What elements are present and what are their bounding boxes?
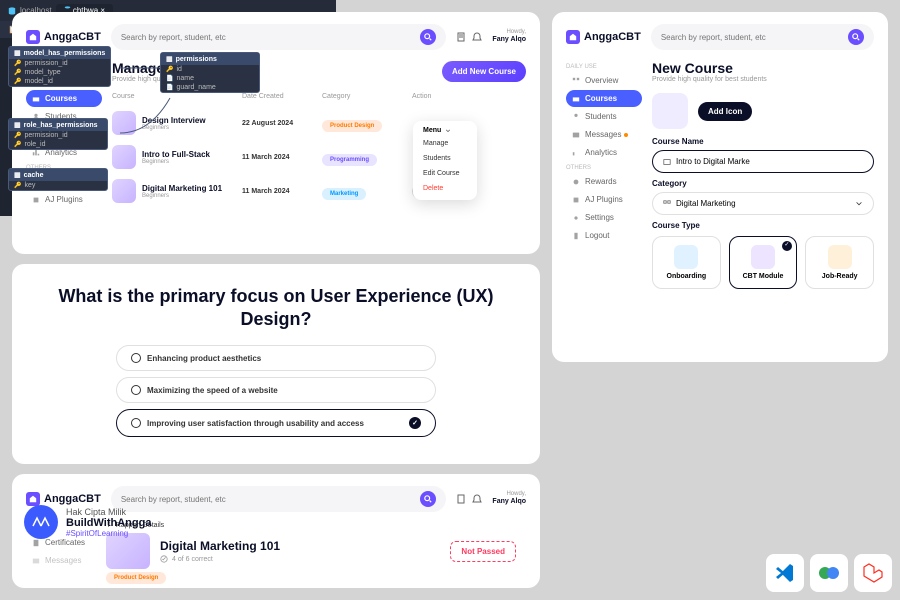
- laravel-icon[interactable]: [854, 554, 892, 592]
- field-label: Course Name: [652, 137, 874, 146]
- sidebar-item-courses[interactable]: Courses: [566, 90, 642, 107]
- search-button[interactable]: [420, 491, 436, 507]
- page-title: New Course: [652, 60, 874, 76]
- app-dock: [766, 554, 892, 592]
- db-table[interactable]: ▦ permissions 🔑id 📄name 📄guard_name: [160, 52, 260, 93]
- user-name: Fany Alqo: [492, 36, 526, 44]
- sidebar-item-overview[interactable]: Overview: [566, 72, 642, 89]
- user-menu[interactable]: Howdy,Fany Alqo: [492, 491, 526, 507]
- icon-preview: [652, 93, 688, 129]
- dropdown-item[interactable]: Students: [413, 151, 477, 166]
- sidebar-item-messages[interactable]: Messages: [566, 126, 642, 143]
- brand-logo[interactable]: AnggaCBT: [566, 30, 641, 44]
- doc-icon[interactable]: [456, 32, 466, 42]
- server-icon: [8, 7, 16, 15]
- field-label: Course Type: [652, 221, 874, 230]
- new-course-panel: AnggaCBT DAILY USE Overview Courses Stud…: [552, 12, 888, 362]
- watermark: Hak Cipta Milik BuildWithAngga #SpiritOf…: [24, 505, 151, 539]
- search-bar[interactable]: [651, 24, 874, 50]
- db-table[interactable]: ▦ cache 🔑key: [8, 168, 108, 191]
- report-title: Digital Marketing 101: [160, 539, 280, 553]
- vscode-icon[interactable]: [766, 554, 804, 592]
- menu-button[interactable]: Menu: [413, 125, 477, 136]
- check-icon: [409, 417, 421, 429]
- quiz-option-selected[interactable]: Improving user satisfaction through usab…: [116, 409, 436, 437]
- user-greeting: Howdy,: [492, 29, 526, 36]
- sidebar-item-logout[interactable]: Logout: [566, 227, 642, 244]
- type-cbt-module[interactable]: CBT Module: [729, 236, 798, 289]
- category-badge: Product Design: [106, 572, 166, 584]
- quiz-option[interactable]: Maximizing the speed of a website: [116, 377, 436, 403]
- db-table[interactable]: ▦ model_has_permissions 🔑permission_id 🔑…: [8, 46, 111, 87]
- user-menu[interactable]: Howdy, Fany Alqo: [492, 29, 526, 45]
- dropdown-item-delete[interactable]: Delete: [413, 181, 477, 196]
- bwa-logo-icon: [24, 505, 58, 539]
- status-badge: Not Passed: [450, 541, 516, 562]
- search-input[interactable]: [661, 33, 842, 42]
- add-course-button[interactable]: Add New Course: [442, 61, 526, 82]
- score-text: 4 of 6 correct: [172, 556, 213, 563]
- dropdown-item[interactable]: Edit Course: [413, 166, 477, 181]
- search-button[interactable]: [848, 29, 864, 45]
- quiz-question: What is the primary focus on User Experi…: [44, 285, 508, 332]
- sidebar-item[interactable]: Messages: [26, 552, 96, 569]
- app-icon[interactable]: [810, 554, 848, 592]
- radio-icon: [131, 418, 141, 428]
- course-name-input[interactable]: Intro to Digital Marke: [652, 150, 874, 173]
- sidebar: DAILY USE Overview Courses Students Mess…: [566, 60, 642, 289]
- search-input[interactable]: [121, 495, 415, 504]
- category-select[interactable]: Digital Marketing: [652, 192, 874, 215]
- page-subtitle: Provide high quality for best students: [652, 76, 874, 83]
- radio-icon: [131, 353, 141, 363]
- sidebar-item-rewards[interactable]: Rewards: [566, 173, 642, 190]
- breadcrumb: / Rapport Details: [106, 522, 526, 529]
- bell-icon[interactable]: [472, 32, 482, 42]
- chevron-down-icon: [855, 200, 863, 208]
- brand-logo[interactable]: AnggaCBT: [26, 492, 101, 506]
- dropdown-item[interactable]: Manage: [413, 136, 477, 151]
- selected-check-icon: [782, 241, 792, 251]
- doc-icon[interactable]: [456, 494, 466, 504]
- sidebar-item-plugins[interactable]: AJ Plugins: [566, 191, 642, 208]
- header-icons: [456, 32, 482, 42]
- db-table[interactable]: ▦ role_has_permissions 🔑permission_id 🔑r…: [8, 118, 108, 150]
- quiz-panel: What is the primary focus on User Experi…: [12, 264, 540, 464]
- sidebar-item-settings[interactable]: Settings: [566, 209, 642, 226]
- search-button[interactable]: [420, 29, 436, 45]
- sidebar-item-analytics[interactable]: Analytics: [566, 144, 642, 161]
- type-onboarding[interactable]: Onboarding: [652, 236, 721, 289]
- search-bar[interactable]: [111, 486, 447, 512]
- radio-icon: [131, 385, 141, 395]
- action-dropdown: Menu Manage Students Edit Course Delete: [413, 121, 477, 200]
- quiz-option[interactable]: Enhancing product aesthetics: [116, 345, 436, 371]
- sidebar-item-students[interactable]: Students: [566, 108, 642, 125]
- field-label: Category: [652, 179, 874, 188]
- bell-icon[interactable]: [472, 494, 482, 504]
- add-icon-button[interactable]: Add Icon: [698, 102, 752, 121]
- type-job-ready[interactable]: Job-Ready: [805, 236, 874, 289]
